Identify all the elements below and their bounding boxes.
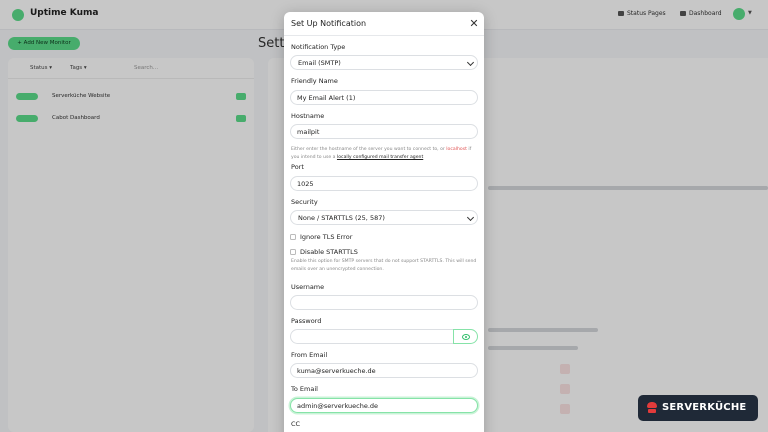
close-icon[interactable]: ✕ bbox=[468, 18, 480, 30]
localhost-code: localhost bbox=[446, 147, 467, 152]
port-input[interactable] bbox=[290, 176, 478, 191]
friendly-name-label: Friendly Name bbox=[291, 77, 338, 85]
chef-hat-icon bbox=[646, 402, 658, 414]
port-label: Port bbox=[291, 163, 304, 171]
notification-type-label: Notification Type bbox=[291, 43, 346, 51]
serverkueche-watermark: SERVERKÜCHE bbox=[638, 395, 758, 421]
security-label: Security bbox=[291, 198, 318, 206]
to-email-input[interactable] bbox=[290, 398, 478, 413]
chevron-down-icon bbox=[466, 213, 475, 222]
notification-type-select[interactable]: Email (SMTP) bbox=[290, 55, 478, 70]
notification-setup-dialog: Set Up Notification ✕ Notification Type … bbox=[284, 12, 484, 432]
ignore-tls-label: Ignore TLS Error bbox=[300, 233, 353, 241]
security-select[interactable]: None / STARTTLS (25, 587) bbox=[290, 210, 478, 225]
username-input[interactable] bbox=[290, 295, 478, 310]
password-input[interactable] bbox=[290, 329, 454, 344]
show-password-button[interactable] bbox=[453, 329, 478, 344]
hostname-input[interactable] bbox=[290, 124, 478, 139]
hostname-label: Hostname bbox=[291, 112, 325, 120]
password-field-group bbox=[290, 329, 478, 344]
mail-transfer-agent-link[interactable]: locally configured mail transfer agent bbox=[337, 155, 423, 160]
disable-starttls-label: Disable STARTTLS bbox=[300, 248, 358, 256]
chevron-down-icon bbox=[466, 58, 475, 67]
hostname-help-text: Either enter the hostname of the server … bbox=[291, 146, 479, 161]
disable-starttls-help-text: Enable this option for SMTP servers that… bbox=[291, 259, 477, 272]
password-label: Password bbox=[291, 317, 322, 325]
watermark-text: SERVERKÜCHE bbox=[662, 402, 747, 413]
from-email-input[interactable] bbox=[290, 363, 478, 378]
disable-starttls-checkbox[interactable] bbox=[290, 249, 296, 255]
from-email-label: From Email bbox=[291, 351, 328, 359]
friendly-name-input[interactable] bbox=[290, 90, 478, 105]
dialog-title: Set Up Notification bbox=[291, 19, 367, 28]
dialog-header: Set Up Notification ✕ bbox=[284, 12, 484, 36]
username-label: Username bbox=[291, 283, 325, 291]
hostname-help-part1: Either enter the hostname of the server … bbox=[291, 147, 445, 152]
security-value: None / STARTTLS (25, 587) bbox=[298, 214, 385, 222]
eye-icon bbox=[462, 334, 470, 340]
notification-type-value: Email (SMTP) bbox=[298, 59, 341, 67]
cc-label: CC bbox=[291, 420, 301, 428]
ignore-tls-checkbox[interactable] bbox=[290, 234, 296, 240]
to-email-label: To Email bbox=[291, 385, 318, 393]
